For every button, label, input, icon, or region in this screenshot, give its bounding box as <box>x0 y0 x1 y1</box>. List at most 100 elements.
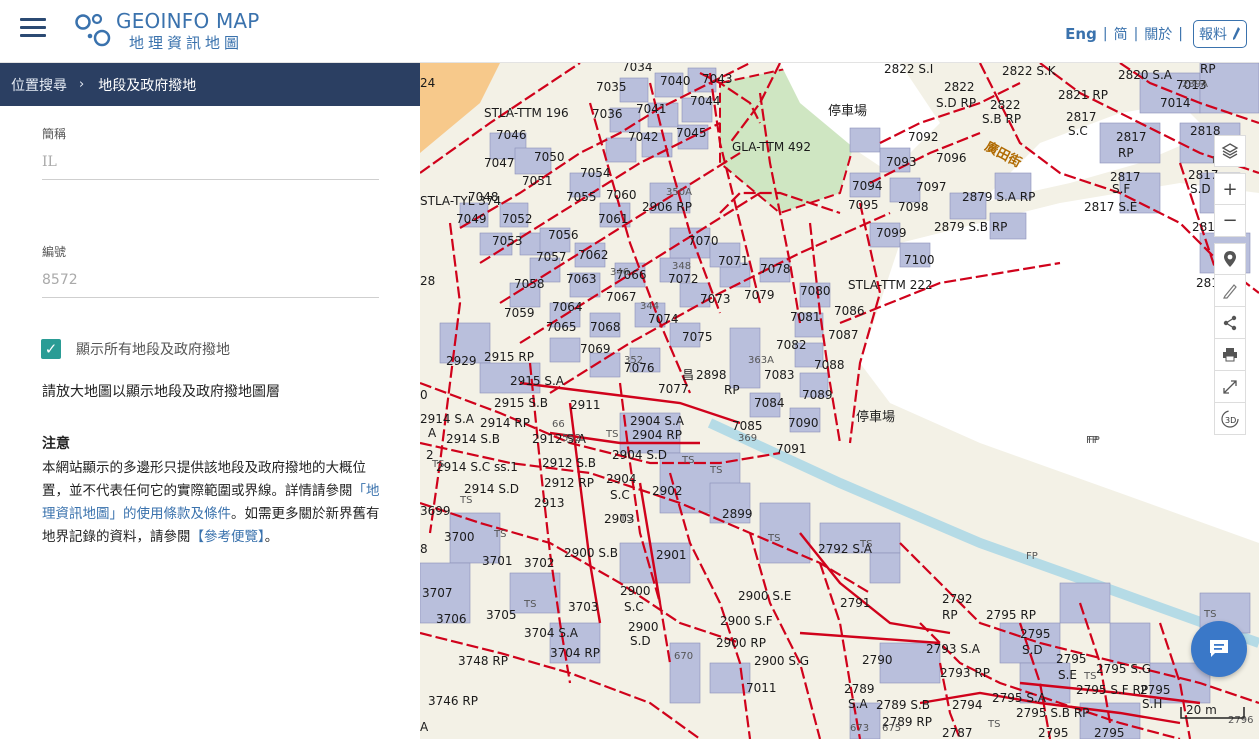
svg-text:7047: 7047 <box>484 156 515 170</box>
svg-text:8: 8 <box>420 542 428 556</box>
svg-text:TS: TS <box>709 465 722 476</box>
svg-text:S.A: S.A <box>848 697 868 711</box>
zoom-out-minus-icon[interactable]: − <box>1214 205 1246 237</box>
fullscreen-expand-icon[interactable] <box>1214 371 1246 403</box>
svg-text:2791: 2791 <box>840 596 871 610</box>
show-all-checkbox[interactable]: ✓ <box>41 339 61 359</box>
abbr-label: 簡稱 <box>42 127 67 141</box>
svg-text:7085: 7085 <box>732 419 763 433</box>
nav-separator: | <box>1102 26 1108 42</box>
abbr-input[interactable]: IL <box>42 154 379 180</box>
show-all-label: 顯示所有地段及政府撥地 <box>76 342 230 358</box>
share-icon[interactable] <box>1214 307 1246 339</box>
svg-text:2914 S.D: 2914 S.D <box>464 482 519 496</box>
abbr-field: 簡稱 IL <box>42 125 379 180</box>
svg-text:7045: 7045 <box>676 126 707 140</box>
svg-text:2789: 2789 <box>844 682 875 696</box>
svg-text:3702: 3702 <box>524 556 555 570</box>
map-label-parking-2: 停車場 <box>856 409 895 425</box>
location-pin-icon[interactable] <box>1214 243 1246 275</box>
top-nav: Eng | 简 | 關於 | 報料 <box>1065 20 1247 48</box>
svg-text:2915 RP: 2915 RP <box>484 350 534 364</box>
show-all-lots-toggle[interactable]: ✓ 顯示所有地段及政府撥地 <box>41 339 230 359</box>
svg-text:0: 0 <box>420 388 428 402</box>
svg-text:2906 RP: 2906 RP <box>642 200 692 214</box>
printer-icon[interactable] <box>1214 339 1246 371</box>
svg-text:2904: 2904 <box>606 472 637 486</box>
svg-text:2794: 2794 <box>952 698 983 712</box>
svg-text:3700: 3700 <box>444 530 475 544</box>
svg-text:RP: RP <box>942 608 958 622</box>
svg-text:S.E: S.E <box>1058 668 1077 682</box>
svg-text:7058: 7058 <box>514 277 545 291</box>
geoinfo-logo[interactable]: GEOINFO MAP 地理資訊地圖 <box>74 8 274 52</box>
map-label-stla-tyl: STLA-TYL 374 <box>420 194 501 208</box>
svg-text:2904 S.D: 2904 S.D <box>612 448 667 462</box>
svg-text:2822: 2822 <box>944 80 975 94</box>
svg-text:7084: 7084 <box>754 396 785 410</box>
svg-text:7096: 7096 <box>936 151 967 165</box>
svg-text:S.D: S.D <box>1190 182 1211 196</box>
3d-icon[interactable]: 3D <box>1214 403 1246 435</box>
pen-icon <box>1233 27 1240 40</box>
svg-text:2911: 2911 <box>570 398 601 412</box>
svg-text:7086: 7086 <box>834 304 865 318</box>
svg-text:S.B RP: S.B RP <box>982 112 1021 126</box>
svg-text:7075: 7075 <box>682 330 713 344</box>
svg-text:7049: 7049 <box>456 212 487 226</box>
svg-text:363A: 363A <box>748 355 774 366</box>
svg-text:3705: 3705 <box>486 608 517 622</box>
svg-text:2900 S.G: 2900 S.G <box>754 654 809 668</box>
map-label-fp: FP <box>1088 435 1100 446</box>
breadcrumb-location-search[interactable]: 位置搜尋 <box>11 75 67 95</box>
svg-text:7074: 7074 <box>648 312 679 326</box>
map-scale-bar: 20 m <box>1180 701 1246 720</box>
report-button[interactable]: 報料 <box>1193 20 1247 48</box>
svg-text:2817: 2817 <box>1066 110 1097 124</box>
svg-text:7083: 7083 <box>764 368 795 382</box>
svg-text:7011: 7011 <box>746 681 777 695</box>
svg-text:673: 673 <box>850 723 869 734</box>
lang-english-link[interactable]: Eng <box>1065 25 1097 43</box>
notice-block: 注意 本網站顯示的多邊形只提供該地段及政府撥地的大概位置，並不代表任何它的實際範… <box>42 433 382 549</box>
svg-text:2929: 2929 <box>446 354 477 368</box>
svg-text:2795: 2795 <box>1038 726 1069 739</box>
hamburger-icon[interactable] <box>20 18 46 40</box>
zoom-in-plus-icon[interactable]: + <box>1214 173 1246 205</box>
svg-text:675: 675 <box>882 723 901 734</box>
chat-button[interactable] <box>1191 621 1247 677</box>
svg-text:3748 RP: 3748 RP <box>458 654 508 668</box>
svg-text:S.C: S.C <box>1068 124 1088 138</box>
layers-icon[interactable] <box>1214 135 1246 167</box>
svg-text:S.D: S.D <box>1022 643 1043 657</box>
svg-text:7069: 7069 <box>580 342 611 356</box>
svg-text:2795 S.A: 2795 S.A <box>992 691 1047 705</box>
svg-text:A: A <box>420 720 429 734</box>
svg-text:TS: TS <box>605 429 618 440</box>
svg-text:7046: 7046 <box>496 128 527 142</box>
logo-subtitle: 地理資訊地圖 <box>129 34 244 52</box>
svg-text:7036: 7036 <box>592 107 623 121</box>
map-label-stla-222: STLA-TTM 222 <box>848 278 933 292</box>
svg-text:7043: 7043 <box>702 72 733 86</box>
number-input[interactable]: 8572 <box>42 272 379 298</box>
svg-text:2902: 2902 <box>652 484 683 498</box>
svg-text:S.D: S.D <box>630 634 651 648</box>
breadcrumb: 位置搜尋 › 地段及政府撥地 <box>0 63 420 106</box>
svg-text:7098: 7098 <box>898 200 929 214</box>
svg-text:2913: 2913 <box>534 496 565 510</box>
report-label: 報料 <box>1199 27 1227 43</box>
about-link[interactable]: 關於 <box>1144 24 1172 44</box>
measure-pencil-icon[interactable] <box>1214 275 1246 307</box>
svg-text:2900: 2900 <box>620 584 651 598</box>
svg-text:3746 RP: 3746 RP <box>428 694 478 708</box>
svg-text:2787: 2787 <box>942 726 973 739</box>
svg-text:3699: 3699 <box>420 504 451 518</box>
svg-text:2822 S.K: 2822 S.K <box>1002 64 1057 78</box>
reference-link[interactable]: 【參考便覽】 <box>191 529 265 545</box>
map-canvas[interactable]: 7034 7040 7043 7035 7041 7044 7036 7042 7045 7… <box>420 63 1259 739</box>
notice-text-3: 。 <box>264 529 279 545</box>
svg-text:7092: 7092 <box>908 130 939 144</box>
svg-text:RP: RP <box>1118 146 1134 160</box>
lang-simplified-link[interactable]: 简 <box>1114 24 1128 44</box>
